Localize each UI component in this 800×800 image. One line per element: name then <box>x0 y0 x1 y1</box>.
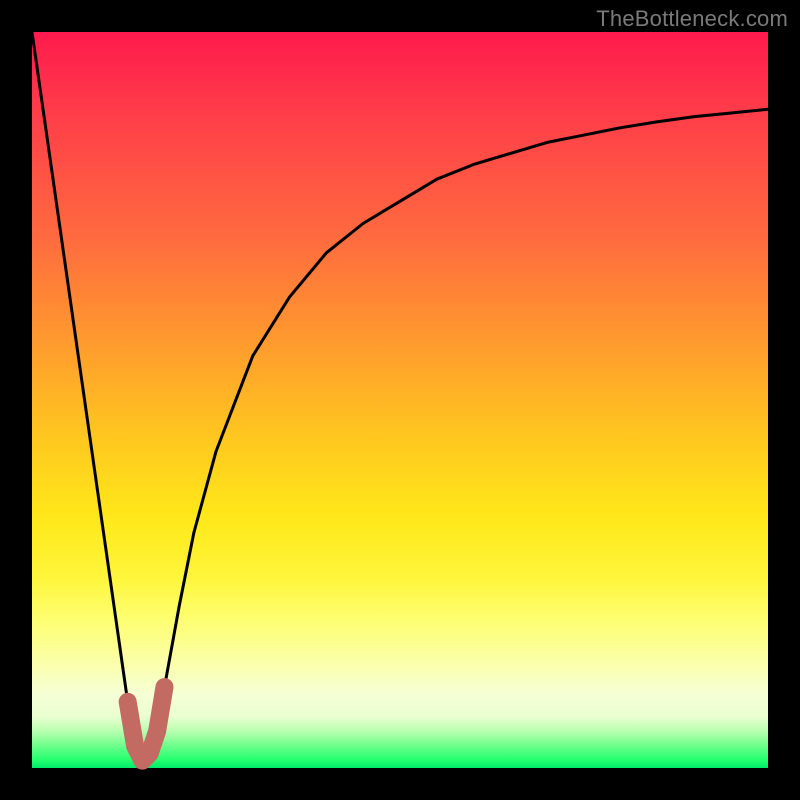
chart-svg <box>32 32 768 768</box>
watermark-text: TheBottleneck.com <box>596 6 788 32</box>
chart-frame: TheBottleneck.com <box>0 0 800 800</box>
plot-area <box>32 32 768 768</box>
bottleneck-curve <box>32 32 768 761</box>
bottleneck-accent-segment <box>128 687 165 761</box>
